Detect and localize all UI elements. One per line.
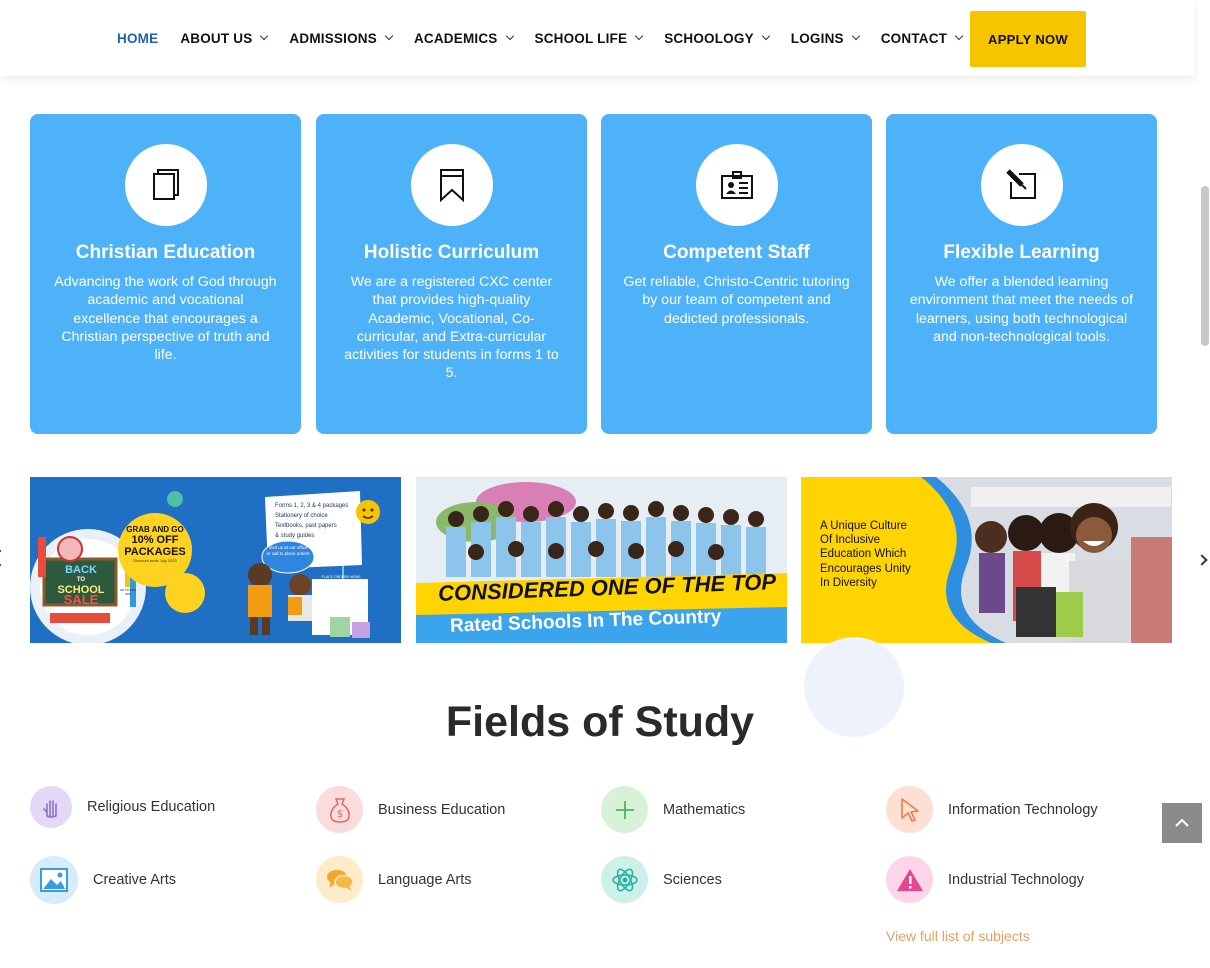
pencil-square-icon (980, 144, 1063, 226)
field-business-education[interactable]: $ Business Education (316, 786, 505, 833)
nav-item-school-life[interactable]: SCHOOL LIFE (535, 31, 644, 46)
feature-title: Competent Staff (663, 242, 810, 263)
chevron-down-icon (851, 31, 860, 41)
nav-item-admissions[interactable]: ADMISSIONS (289, 31, 394, 46)
phone-number: 282-5560 (331, 585, 351, 590)
fields-of-study-title: Fields of Study (445, 698, 755, 746)
field-label: Mathematics (663, 801, 746, 818)
warning-icon (886, 856, 933, 903)
shop-now-label: SHOP NOW (66, 629, 94, 635)
package-list: Forms 1, 2, 3 & 4 packages Stationery of… (275, 503, 349, 539)
field-industrial-technology[interactable]: Industrial Technology (886, 856, 1084, 903)
feature-title: Christian Education (75, 242, 256, 263)
field-label: Language Arts (378, 871, 472, 888)
chat-bubbles-icon (316, 856, 363, 903)
feature-title: Flexible Learning (943, 242, 1100, 263)
apply-now-button[interactable]: APPLY NOW (970, 11, 1086, 67)
feature-card-holistic-curriculum: Holistic Curriculum We are a registered … (316, 114, 587, 434)
hand-icon (30, 786, 72, 828)
field-label: Religious Education (87, 799, 216, 815)
money-bag-icon: $ (316, 786, 363, 833)
field-label: Information Technology (948, 801, 1098, 818)
feature-card-flexible-learning: Flexible Learning We offer a blended lea… (886, 114, 1157, 434)
nav-item-academics[interactable]: ACADEMICS (414, 31, 514, 46)
nav-menu: HOME ABOUT US ADMISSIONS ACADEMICS SCHOO… (117, 0, 984, 76)
cursor-icon (886, 786, 933, 833)
feature-text: We offer a blended learning environment … (909, 274, 1134, 345)
bookmark-icon (410, 144, 493, 226)
book-icon (124, 144, 207, 226)
feature-card-competent-staff: Competent Staff Get reliable, Christo-Ce… (601, 114, 872, 434)
nav-item-schoology[interactable]: SCHOOLOGY (664, 31, 771, 46)
back-to-top-button[interactable] (1162, 803, 1202, 843)
chevron-down-icon (954, 31, 964, 41)
field-sciences[interactable]: Sciences (601, 856, 722, 903)
discount-label: UP TO 15% OFF (120, 588, 136, 596)
back-to-school-sale: BACK TO SCHOOL SALE (57, 564, 105, 607)
nav-item-contact[interactable]: CONTACT (881, 31, 964, 46)
field-label: Creative Arts (93, 872, 176, 888)
feature-title: Holistic Curriculum (363, 242, 540, 263)
banner-inclusive-education[interactable]: A Unique Culture Of Inclusive Education … (801, 477, 1172, 643)
field-label: Industrial Technology (948, 871, 1084, 888)
chevron-down-icon (634, 31, 644, 41)
discount-badge: GRAB AND GO 10% OFF PACKAGES Discount en… (118, 513, 192, 587)
field-creative-arts[interactable]: Creative Arts (30, 856, 176, 904)
chevron-up-icon (1175, 818, 1189, 827)
atom-icon (601, 856, 648, 903)
banner-tagline: A Unique Culture Of Inclusive Education … (820, 520, 911, 589)
svg-text:$: $ (336, 809, 342, 820)
chevron-down-icon (761, 31, 771, 41)
id-card-icon (695, 144, 778, 226)
field-language-arts[interactable]: Language Arts (316, 856, 472, 903)
chevron-down-icon (505, 31, 514, 41)
chevron-down-icon (384, 31, 394, 41)
field-label: Sciences (663, 871, 722, 888)
visit-us-text: Visit us at our office or call to place … (266, 545, 310, 556)
top-navigation: HOME ABOUT US ADMISSIONS ACADEMICS SCHOO… (0, 0, 1195, 76)
carousel-prev-icon[interactable] (0, 549, 9, 567)
banner-top-rated[interactable]: CONSIDERED ONE OF THE TOP Rated Schools … (416, 477, 787, 643)
image-icon (30, 856, 78, 904)
field-mathematics[interactable]: Mathematics (601, 786, 745, 833)
feature-text: Get reliable, Christo-Centric tutoring b… (623, 274, 850, 327)
place-orders-text: PLACE ORDERS NOW!! RECEIVE COLLECTION (321, 575, 361, 584)
scrollbar-thumb[interactable] (1201, 186, 1209, 346)
field-information-technology[interactable]: Information Technology (886, 786, 1098, 833)
field-religious-education[interactable]: Religious Education (30, 786, 215, 828)
feature-text: We are a registered CXC center that prov… (344, 274, 559, 382)
feature-card-christian-education: Christian Education Advancing the work o… (30, 114, 301, 434)
nav-item-home[interactable]: HOME (117, 31, 158, 46)
feature-text: Advancing the work of God through academ… (54, 274, 277, 364)
banner-back-to-school[interactable]: GRAB AND GO 10% OFF PACKAGES Discount en… (30, 477, 401, 643)
chevron-down-icon (260, 31, 269, 41)
nav-item-about-us[interactable]: ABOUT US (180, 31, 269, 46)
nav-item-logins[interactable]: LOGINS (791, 31, 860, 46)
view-full-list-link[interactable]: View full list of subjects (886, 928, 1030, 944)
plus-icon (601, 786, 648, 833)
field-label: Business Education (378, 801, 506, 818)
